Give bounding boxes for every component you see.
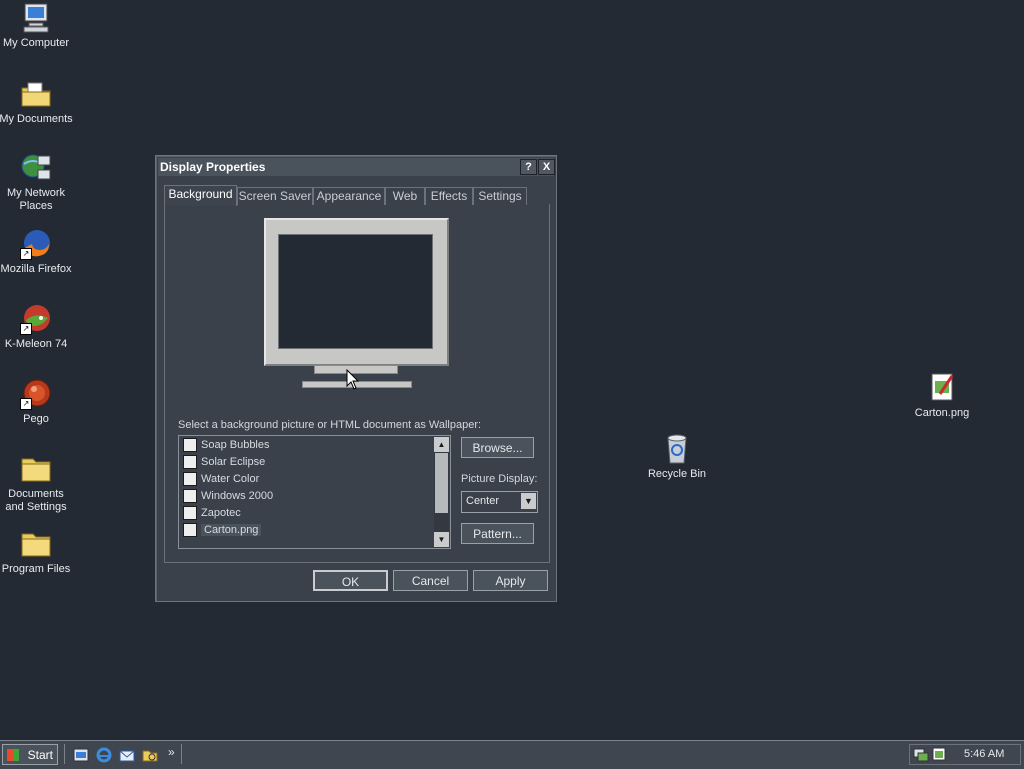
desktop-icon-pego[interactable]: ↗ Pego [0, 378, 74, 426]
firefox-icon: ↗ [20, 228, 52, 260]
tab-strip: Background Screen Saver Appearance Web E… [164, 185, 548, 206]
apply-button[interactable]: Apply [473, 570, 548, 591]
cancel-button[interactable]: Cancel [393, 570, 468, 591]
chevron-down-icon[interactable]: ▼ [521, 493, 536, 509]
desktop-icon-label: Recycle Bin [647, 468, 707, 480]
image-file-icon [183, 438, 197, 453]
windows-flag-icon [7, 749, 19, 761]
wallpaper-preview-screen [278, 234, 433, 349]
picture-display-label: Picture Display: [461, 473, 538, 485]
list-item[interactable]: Water Color [183, 471, 259, 488]
image-file-icon [183, 506, 197, 521]
wallpaper-list[interactable]: Soap Bubbles Solar Eclipse Water Color W… [178, 435, 451, 549]
tab-screen-saver[interactable]: Screen Saver [237, 187, 313, 205]
picture-display-value: Center [466, 495, 500, 507]
folder-icon [20, 453, 52, 485]
desktop-icon-program-files[interactable]: Program Files [0, 528, 74, 576]
image-tray-icon[interactable] [931, 746, 947, 762]
my-computer-icon [20, 2, 52, 34]
desktop-icon-my-documents[interactable]: My Documents [0, 78, 74, 126]
wallpaper-instruction: Select a background picture or HTML docu… [178, 419, 482, 431]
windows-explorer-icon[interactable] [142, 747, 158, 763]
tab-settings[interactable]: Settings [473, 187, 527, 205]
start-label: Start [27, 748, 53, 762]
shortcut-arrow-icon: ↗ [20, 398, 32, 410]
desktop-icon-firefox[interactable]: ↗ Mozilla Firefox [0, 228, 74, 276]
picture-display-select[interactable]: Center ▼ [461, 491, 538, 513]
list-item[interactable]: Solar Eclipse [183, 454, 265, 471]
pego-icon: ↗ [20, 378, 52, 410]
image-file-icon [183, 472, 197, 487]
taskbar: Start » [0, 740, 1024, 769]
help-button[interactable]: ? [520, 159, 537, 175]
image-file-icon [183, 523, 197, 538]
show-desktop-icon[interactable] [73, 747, 89, 763]
recycle-bin-icon [661, 433, 693, 465]
desktop-icon-recycle-bin[interactable]: Recycle Bin [639, 433, 715, 481]
k-meleon-icon: ↗ [20, 303, 52, 335]
desktop-icon-label: Program Files [1, 563, 71, 575]
dialog-title: Display Properties [160, 160, 266, 174]
ok-button[interactable]: OK [313, 570, 388, 591]
list-item[interactable]: Windows 2000 [183, 488, 273, 505]
desktop-icon-k-meleon[interactable]: ↗ K-Meleon 74 [0, 303, 74, 351]
clock: 5:46 AM [964, 748, 1005, 760]
folder-icon [20, 528, 52, 560]
dialog-titlebar[interactable]: Display Properties ? X [158, 158, 555, 176]
shortcut-arrow-icon: ↗ [20, 323, 32, 335]
network-places-icon [20, 152, 52, 184]
mouse-cursor-icon [346, 369, 360, 390]
desktop-icon-network-places[interactable]: My Network Places [0, 152, 74, 213]
display-properties-dialog: Display Properties ? X Background Screen… [155, 155, 557, 602]
start-button[interactable]: Start [2, 744, 58, 765]
desktop-icon-label: Documents and Settings [5, 488, 67, 513]
desktop-icon-my-computer[interactable]: My Computer [0, 2, 74, 50]
scroll-thumb[interactable] [435, 453, 448, 513]
outlook-express-icon[interactable] [119, 747, 135, 763]
internet-explorer-icon[interactable] [96, 747, 112, 763]
tab-background[interactable]: Background [164, 185, 237, 206]
desktop-icon-label: Carton.png [914, 407, 970, 419]
monitor-preview [264, 218, 449, 366]
desktop-icon-label: My Network Places [6, 187, 66, 212]
shortcut-arrow-icon: ↗ [20, 248, 32, 260]
taskbar-divider [181, 744, 184, 764]
network-tray-icon[interactable] [913, 746, 929, 762]
close-button[interactable]: X [538, 159, 555, 175]
pattern-button[interactable]: Pattern... [461, 523, 534, 544]
image-file-icon [183, 455, 197, 470]
desktop-icon-label: Mozilla Firefox [0, 263, 72, 275]
desktop-icon-label: My Computer [2, 37, 70, 49]
list-item[interactable]: Soap Bubbles [183, 437, 270, 454]
image-file-icon [183, 489, 197, 504]
list-scrollbar[interactable]: ▲ ▼ [434, 437, 449, 547]
scroll-up-icon[interactable]: ▲ [434, 437, 449, 452]
desktop-icon-label: My Documents [0, 113, 73, 125]
browse-button[interactable]: Browse... [461, 437, 534, 458]
list-item-selected[interactable]: Carton.png [183, 522, 262, 539]
tab-effects[interactable]: Effects [425, 187, 473, 205]
tab-appearance[interactable]: Appearance [313, 187, 385, 205]
image-file-icon [926, 372, 958, 404]
quick-launch-overflow[interactable]: » [168, 745, 175, 759]
scroll-down-icon[interactable]: ▼ [434, 532, 449, 547]
taskbar-divider [64, 744, 67, 764]
desktop-icon-label: K-Meleon 74 [4, 338, 68, 350]
desktop-icon-carton-png[interactable]: Carton.png [904, 372, 980, 420]
desktop-icon-documents-and-settings[interactable]: Documents and Settings [0, 453, 74, 514]
desktop-icon-label: Pego [23, 413, 49, 425]
tab-web[interactable]: Web [385, 187, 425, 205]
list-item[interactable]: Zapotec [183, 505, 241, 522]
my-documents-icon [20, 78, 52, 110]
